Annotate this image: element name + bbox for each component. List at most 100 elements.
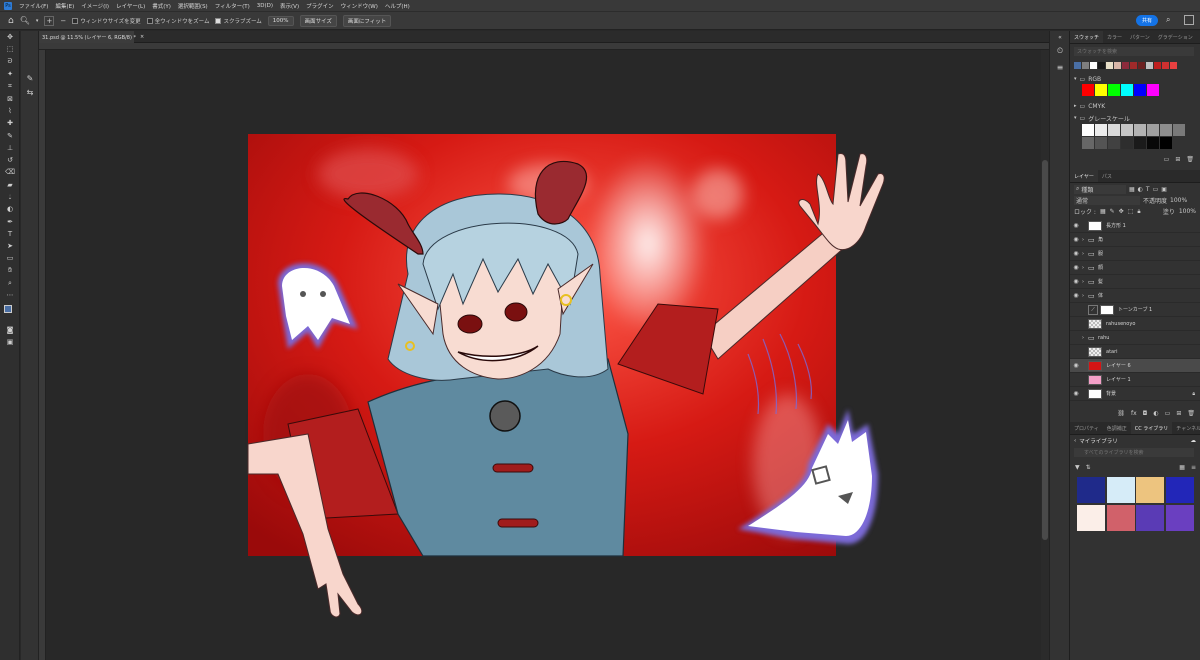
layer-row[interactable]: ◉ › ▭ 体 [1070,289,1200,303]
layer-row[interactable]: レイヤー 1 [1070,373,1200,387]
fill-screen-button[interactable]: 画面にフィット [342,14,392,27]
visibility-eye-icon[interactable]: ◉ [1070,390,1082,397]
layer-thumbnail[interactable] [1088,318,1102,329]
blend-mode-select[interactable]: 通常 [1074,196,1140,205]
layer-mask-thumbnail[interactable] [1100,304,1114,315]
menu-item[interactable]: 3D(D) [257,3,273,9]
marquee-tool-icon[interactable]: ⬚ [0,43,20,55]
trash-icon[interactable]: 🗑︎ [1186,156,1194,166]
zoom-value-field[interactable]: 100% [267,15,294,26]
filter-pixel-icon[interactable]: ▦ [1129,186,1135,193]
type-tool-icon[interactable]: T [0,228,20,240]
lock-paint-icon[interactable]: ✎ [1110,208,1115,215]
grid-view-icon[interactable]: ▦ [1179,464,1185,471]
layer-row[interactable]: ◉ › ▭ 服 [1070,247,1200,261]
menu-item[interactable]: レイヤー(L) [116,2,145,10]
move-tool-icon[interactable]: ✥ [0,31,20,43]
filter-kind-select[interactable]: ⌕ 種類 [1074,184,1126,194]
library-color-swatch[interactable] [1165,477,1194,503]
swatch[interactable] [1095,124,1107,136]
library-color-swatch[interactable] [1165,505,1194,531]
eraser-tool-icon[interactable]: ⌫ [0,166,20,178]
workspace-icon[interactable] [1184,15,1194,25]
trash-icon[interactable]: 🗑︎ [1187,410,1195,417]
more-tools-icon[interactable]: ⋯ [0,289,20,301]
link-icon[interactable]: ⛓ [1117,410,1125,417]
library-color-swatch[interactable] [1136,505,1164,531]
magic-wand-tool-icon[interactable]: ✦ [0,68,20,80]
mask-icon[interactable]: ◘ [1143,410,1148,417]
tab-swatches[interactable]: スウォッチ [1070,31,1104,43]
layer-row[interactable]: ◉ › ▭ 髪 [1070,275,1200,289]
filter-icon[interactable]: ▼ [1075,464,1080,471]
cloud-icon[interactable]: ☁ [1191,438,1197,444]
swatch[interactable] [1082,137,1094,149]
history-panel-icon[interactable]: ⏲ [1050,43,1070,59]
lock-all-icon[interactable]: 🔒︎ [1137,208,1140,216]
menu-item[interactable]: 選択範囲(S) [178,2,208,10]
menu-item[interactable]: 書式(Y) [152,2,171,10]
library-color-swatch[interactable] [1106,505,1135,531]
layer-thumbnail[interactable] [1088,388,1102,399]
folder-icon[interactable]: ▭ [1165,410,1171,417]
vertical-scrollbar[interactable] [1041,50,1049,660]
menu-item[interactable]: プラグイン [306,2,334,10]
canvas-artwork[interactable] [247,134,885,618]
visibility-eye-icon[interactable]: ◉ [1070,264,1082,271]
swatch-search-input[interactable] [1074,47,1194,56]
group-rgb[interactable]: ▾ ▭ RGB [1074,74,1200,84]
new-layer-icon[interactable]: ⊞ [1176,410,1181,417]
tab-layers[interactable]: レイヤー [1070,170,1098,182]
properties-panel-icon[interactable]: ≡ [1050,59,1070,75]
library-search-input[interactable] [1074,448,1194,457]
layer-row[interactable]: atari [1070,345,1200,359]
layer-row[interactable]: › ▭ rahu [1070,331,1200,345]
swatch[interactable] [1134,84,1146,96]
swatch[interactable] [1147,137,1159,149]
layer-row[interactable]: ◉ › ▭ 顔 [1070,261,1200,275]
opacity-field[interactable]: 100% [1170,197,1187,204]
swatch[interactable] [1106,62,1113,69]
layer-thumbnail[interactable] [1088,360,1102,371]
swatch[interactable] [1121,124,1133,136]
swatch[interactable] [1160,124,1172,136]
resize-windows-checkbox[interactable]: ウィンドウサイズを変更 [72,17,141,25]
blur-tool-icon[interactable]: 💧︎ [0,191,20,203]
tab-properties[interactable]: プロパティ [1070,422,1103,434]
pen-tool-icon[interactable]: ✒ [0,215,20,227]
lock-pixels-icon[interactable]: ▦ [1100,208,1106,215]
hand-tool-icon[interactable]: ✋︎ [0,265,20,277]
swatch[interactable] [1095,84,1107,96]
eyedropper-tool-icon[interactable]: ⌇ [0,105,20,117]
swatch[interactable] [1108,137,1120,149]
scrubby-zoom-checkbox[interactable]: スクラブズーム [215,17,262,25]
swatch[interactable] [1173,124,1185,136]
visibility-eye-icon[interactable]: ◉ [1070,250,1082,257]
swatch[interactable] [1098,62,1105,69]
healing-tool-icon[interactable]: ✚ [0,117,20,129]
dodge-tool-icon[interactable]: ◐ [0,203,20,215]
sort-icon[interactable]: ⇅ [1086,464,1091,471]
quick-mask-icon[interactable]: ◙ [0,324,20,336]
library-color-swatch[interactable] [1077,505,1105,531]
adjust-icon[interactable]: ⇆ [21,85,39,99]
swatch[interactable] [1170,62,1177,69]
layer-thumbnail[interactable] [1088,374,1102,385]
zoom-tool-icon[interactable]: 🔍︎ [20,16,30,25]
frame-tool-icon[interactable]: ⊠ [0,92,20,104]
layer-row[interactable]: ⟋ トーンカーブ 1 [1070,303,1200,317]
tab-adjustments[interactable]: 色調補正 [1103,422,1131,434]
stamp-tool-icon[interactable]: ⊥ [0,142,20,154]
visibility-eye-icon[interactable]: ◉ [1070,292,1082,299]
menu-item[interactable]: ファイル(F) [19,2,48,10]
menu-item[interactable]: 編集(E) [55,2,74,10]
swatch[interactable] [1082,124,1094,136]
list-view-icon[interactable]: ≡ [1191,464,1196,471]
tab-paths[interactable]: パス [1098,170,1116,182]
layer-row[interactable]: rahusenoyo [1070,317,1200,331]
layer-thumbnail[interactable] [1088,220,1102,231]
visibility-eye-icon[interactable]: ◉ [1070,222,1082,229]
color-picker[interactable] [0,302,19,324]
zoom-tool-icon[interactable]: ⌕ [0,277,20,289]
layer-row[interactable]: ◉ 長方形 1 [1070,219,1200,233]
